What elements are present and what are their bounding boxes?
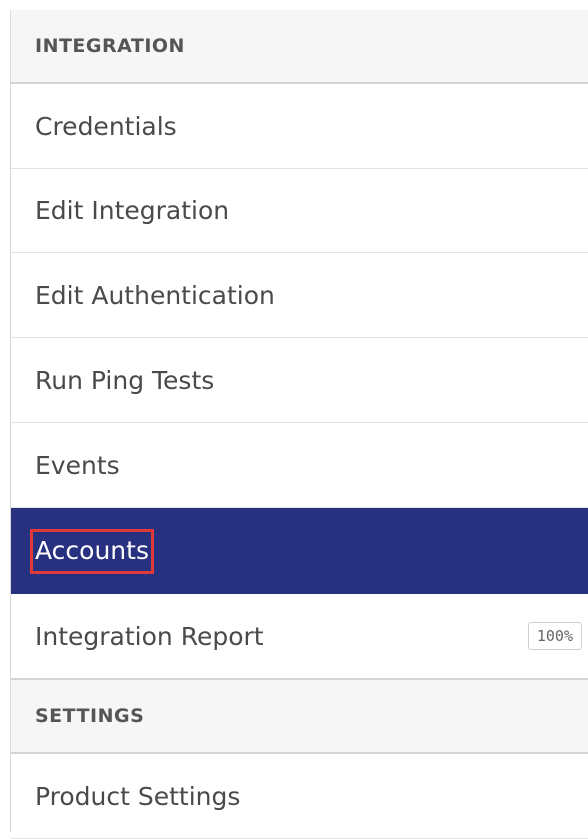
section-header-label: SETTINGS (35, 705, 145, 727)
integration-section-header: INTEGRATION (11, 10, 588, 84)
menu-item-credentials[interactable]: Credentials (11, 84, 588, 169)
menu-item-label: Run Ping Tests (35, 365, 215, 395)
menu-item-product-settings[interactable]: Product Settings (11, 754, 588, 839)
menu-item-label: Edit Integration (35, 196, 230, 225)
menu-item-integration-report[interactable]: Integration Report 100% (11, 594, 588, 678)
menu-item-label: Accounts (30, 528, 154, 574)
menu-item-label: Product Settings (35, 781, 241, 811)
menu-item-label: Edit Authentication (35, 280, 275, 310)
menu-item-run-ping-tests[interactable]: Run Ping Tests (11, 338, 588, 423)
menu-item-events[interactable]: Events (11, 423, 588, 508)
menu-item-edit-integration[interactable]: Edit Integration (11, 169, 588, 253)
menu-item-label: Integration Report (35, 621, 264, 651)
menu-item-label: Events (35, 450, 120, 480)
menu-item-label: Credentials (35, 111, 177, 141)
section-header-label: INTEGRATION (35, 35, 185, 57)
settings-section-header: SETTINGS (11, 678, 588, 754)
menu-item-accounts[interactable]: Accounts (11, 508, 588, 594)
side-menu: INTEGRATION Credentials Edit Integration… (10, 10, 588, 839)
completion-badge: 100% (527, 622, 582, 650)
menu-item-edit-authentication[interactable]: Edit Authentication (11, 253, 588, 338)
